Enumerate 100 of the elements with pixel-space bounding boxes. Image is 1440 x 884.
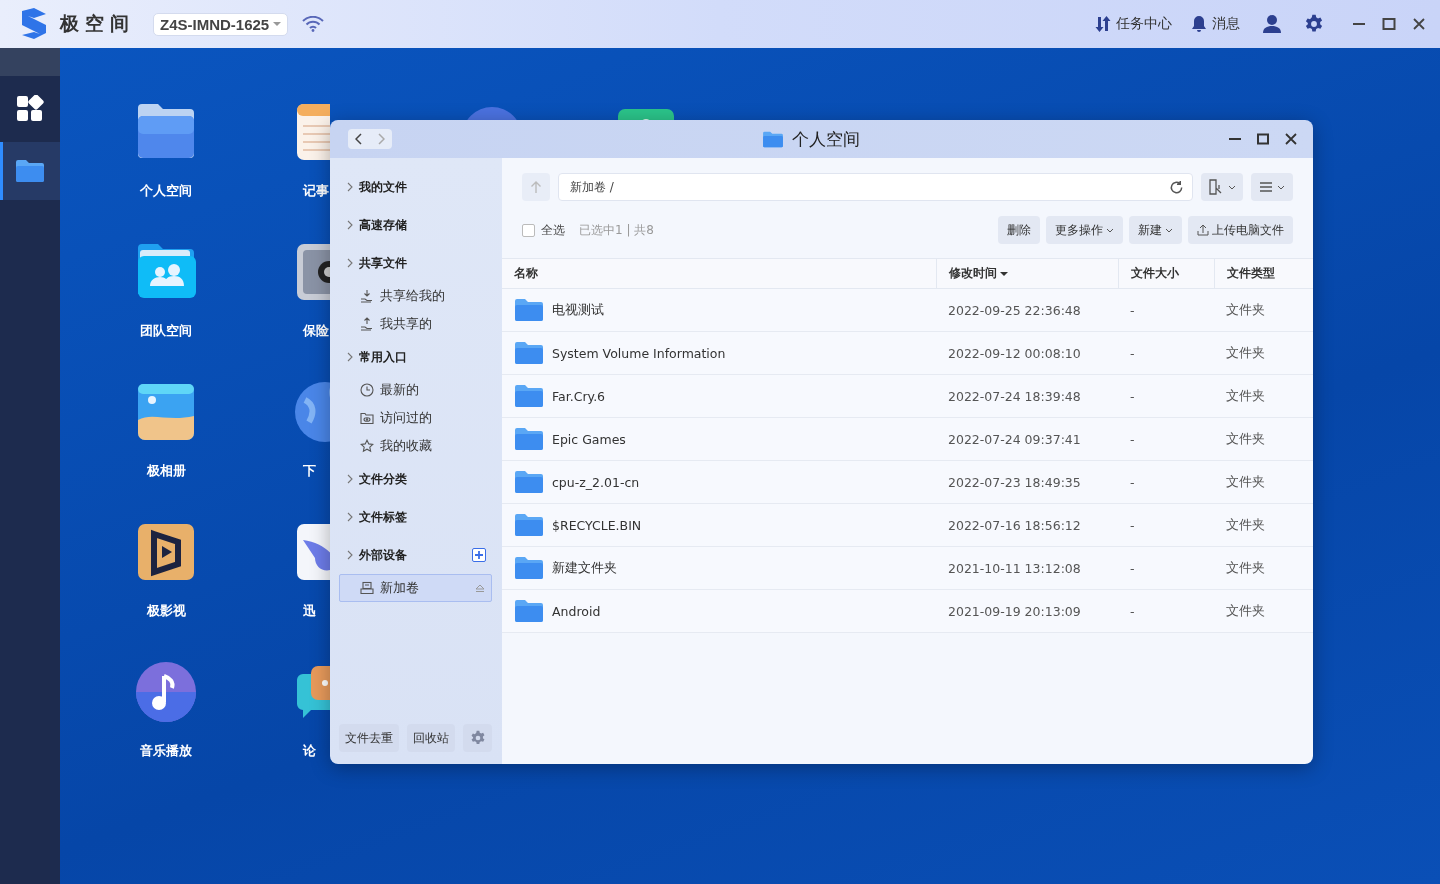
app-grid-icon — [16, 95, 44, 123]
column-header[interactable]: 修改时间 — [936, 258, 1118, 289]
refresh-icon[interactable] — [1169, 179, 1184, 195]
add-button[interactable] — [472, 548, 486, 562]
type-cell: 文件夹 — [1214, 503, 1313, 547]
dropdown-button[interactable]: 新建 — [1129, 216, 1182, 244]
action-button[interactable]: 删除 — [998, 216, 1040, 244]
settings-button[interactable] — [463, 724, 492, 752]
window-title: 个人空间 — [791, 127, 860, 151]
caret-icon — [1277, 184, 1285, 190]
app-label: 下 — [303, 462, 316, 480]
hand-upload-icon — [360, 317, 374, 331]
sidebar-footer-button[interactable]: 回收站 — [407, 724, 455, 752]
settings-icon[interactable] — [1304, 14, 1324, 34]
upload-button[interactable]: 上传电脑文件 — [1188, 216, 1293, 244]
path-field[interactable]: 新加卷 / — [558, 173, 1193, 201]
app-label: 迅 — [303, 602, 316, 620]
sidebar-group[interactable]: 常用入口 — [339, 338, 492, 376]
folder-icon — [761, 130, 784, 148]
sidebar-group[interactable]: 文件标签 — [339, 498, 492, 536]
eye-folder-icon — [360, 411, 374, 425]
globe-icon[interactable] — [293, 380, 330, 444]
wifi-icon — [302, 16, 325, 32]
size-cell: - — [1118, 288, 1214, 332]
caret-icon — [1228, 184, 1236, 190]
sidebar-group[interactable]: 我的文件 — [339, 168, 492, 206]
column-header[interactable]: 文件大小 — [1118, 258, 1214, 289]
user-icon[interactable] — [1262, 14, 1282, 34]
name-cell[interactable]: Epic Games — [502, 417, 936, 461]
sidebar-item[interactable]: 新加卷 — [339, 574, 492, 602]
transfer-arrows-icon — [1094, 15, 1112, 33]
bell-icon — [1190, 15, 1208, 33]
list-icon — [1259, 181, 1273, 193]
chevron-icon — [347, 550, 353, 560]
caret-icon — [1165, 227, 1173, 233]
folder-icon — [514, 427, 544, 451]
column-header[interactable]: 名称 — [502, 258, 936, 289]
maximize-icon[interactable] — [1257, 133, 1269, 145]
size-cell: - — [1118, 417, 1214, 461]
sidebar-item[interactable]: 最新的 — [339, 376, 492, 404]
sidebar-group[interactable]: 共享文件 — [339, 244, 492, 282]
date-cell: 2022-07-24 09:37:41 — [936, 417, 1118, 461]
view-toggle-button[interactable] — [1201, 173, 1243, 201]
name-cell[interactable]: Far.Cry.6 — [502, 374, 936, 418]
selection-status: 已选中1 | 共8 — [579, 221, 655, 239]
up-arrow-icon — [530, 180, 542, 194]
list-menu-button[interactable] — [1251, 173, 1293, 201]
task-center-button[interactable]: 任务中心 — [1094, 15, 1172, 33]
sidebar-footer-button[interactable]: 文件去重 — [339, 724, 399, 752]
folder-icon — [514, 341, 544, 365]
select-all-checkbox[interactable]: 全选 — [522, 221, 565, 239]
caret-icon — [1106, 227, 1114, 233]
view-icon — [1208, 179, 1224, 195]
close-icon[interactable] — [1285, 133, 1297, 145]
sidebar-item[interactable]: 访问过的 — [339, 404, 492, 432]
type-cell: 文件夹 — [1214, 374, 1313, 418]
chevron-icon — [347, 258, 353, 268]
app-label: 个人空间 — [140, 182, 192, 200]
type-cell: 文件夹 — [1214, 417, 1313, 461]
maximize-icon[interactable] — [1382, 17, 1396, 31]
chevron-left-icon — [355, 133, 363, 145]
folder-icon — [514, 513, 544, 537]
sidebar-group[interactable]: 文件分类 — [339, 460, 492, 498]
name-cell[interactable]: cpu-z_2.01-cn — [502, 460, 936, 504]
folder-icon — [514, 384, 544, 408]
date-cell: 2021-09-19 20:13:09 — [936, 589, 1118, 633]
app-label: 极影视 — [146, 602, 186, 620]
name-cell[interactable]: System Volume Information — [502, 331, 936, 375]
close-icon[interactable] — [1412, 17, 1426, 31]
upload-icon — [1197, 224, 1209, 236]
size-cell: - — [1118, 503, 1214, 547]
date-cell: 2022-09-25 22:36:48 — [936, 288, 1118, 332]
sidebar-item[interactable]: 我的收藏 — [339, 432, 492, 460]
app-label: 保险 — [303, 322, 329, 340]
date-cell: 2022-07-23 18:49:35 — [936, 460, 1118, 504]
column-header[interactable]: 文件类型 — [1214, 258, 1313, 289]
name-cell[interactable]: 新建文件夹 — [502, 546, 936, 590]
name-cell[interactable]: 电视测试 — [502, 288, 936, 332]
messages-button[interactable]: 消息 — [1190, 15, 1240, 33]
star-icon — [360, 439, 374, 453]
folder-icon — [15, 159, 45, 183]
type-cell: 文件夹 — [1214, 331, 1313, 375]
clock-icon — [360, 383, 374, 397]
chevron-icon — [347, 352, 353, 362]
music-note-icon[interactable] — [134, 660, 198, 724]
app-label: 论 — [303, 742, 316, 760]
dropdown-button[interactable]: 更多操作 — [1046, 216, 1123, 244]
size-cell: - — [1118, 331, 1214, 375]
folder-icon — [514, 556, 544, 580]
name-cell[interactable]: Android — [502, 589, 936, 633]
device-selector[interactable]: Z4S-IMND-1625 — [153, 12, 289, 36]
type-cell: 文件夹 — [1214, 589, 1313, 633]
sidebar-item[interactable]: 我共享的 — [339, 310, 492, 338]
sidebar-item[interactable]: 共享给我的 — [339, 282, 492, 310]
drive-icon — [360, 581, 374, 595]
name-cell[interactable]: $RECYCLE.BIN — [502, 503, 936, 547]
app-label: 团队空间 — [140, 322, 192, 340]
sidebar-group[interactable]: 高速存储 — [339, 206, 492, 244]
hand-download-icon — [360, 289, 374, 303]
app-label: 记事 — [303, 182, 329, 200]
